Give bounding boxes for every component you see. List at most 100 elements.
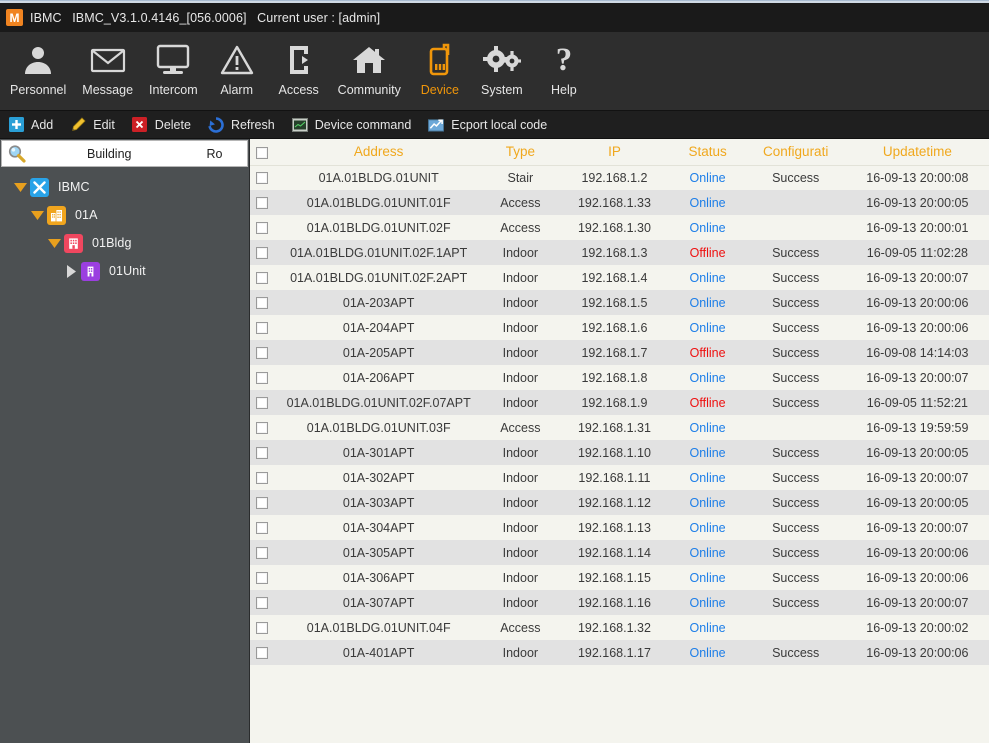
nav-item-system[interactable]: System (471, 32, 533, 111)
edit-button[interactable]: Edit (68, 113, 124, 137)
table-row[interactable]: 01A-302APT Indoor 192.168.1.11 Online Succes… (250, 465, 989, 490)
table-row[interactable]: 01A-401APT Indoor 192.168.1.17 Online Succes… (250, 640, 989, 665)
add-button[interactable]: Add (6, 113, 62, 137)
row-checkbox[interactable] (256, 172, 268, 185)
table-row[interactable]: 01A.01BLDG.01UNIT.03F Access 192.168.1.31 O… (250, 415, 989, 440)
column-header-ip[interactable]: IP (559, 139, 670, 166)
table-row[interactable]: 01A.01BLDG.01UNIT.04F Access 192.168.1.32 O… (250, 615, 989, 640)
tree-node-01bldg[interactable]: 01Bldg (0, 229, 249, 257)
table-row[interactable]: 01A.01BLDG.01UNIT.02F.1APT Indoor 192.168.… (250, 240, 989, 265)
row-checkbox-cell[interactable] (250, 415, 277, 440)
row-checkbox[interactable] (256, 597, 268, 610)
column-header-status[interactable]: Status (669, 139, 746, 166)
nav-item-help[interactable]: ? Help (533, 32, 595, 111)
table-row[interactable]: 01A-307APT Indoor 192.168.1.16 Online Succes… (250, 590, 989, 615)
row-checkbox-cell[interactable] (250, 215, 277, 240)
table-row[interactable]: 01A-206APT Indoor 192.168.1.8 Online Success… (250, 365, 989, 390)
row-checkbox-cell[interactable] (250, 315, 277, 340)
column-header-address[interactable]: Address (276, 139, 482, 166)
row-checkbox-cell[interactable] (250, 440, 277, 465)
building-room-search-bar[interactable]: Building Ro (1, 140, 248, 167)
row-checkbox[interactable] (256, 197, 268, 210)
delete-button[interactable]: Delete (130, 113, 200, 137)
row-checkbox-cell[interactable] (250, 390, 277, 415)
table-row[interactable]: 01A-304APT Indoor 192.168.1.13 Online Succes… (250, 515, 989, 540)
chevron-down-icon[interactable] (27, 205, 47, 225)
row-checkbox-cell[interactable] (250, 540, 277, 565)
table-row[interactable]: 01A.01BLDG.01UNIT.02F.2APT Indoor 192.168.… (250, 265, 989, 290)
row-checkbox[interactable] (256, 422, 268, 435)
row-checkbox-cell[interactable] (250, 640, 277, 665)
cell-ip: 192.168.1.3 (559, 240, 670, 265)
row-checkbox[interactable] (256, 572, 268, 585)
nav-item-device[interactable]: Device (409, 32, 471, 111)
row-checkbox-cell[interactable] (250, 365, 277, 390)
row-checkbox-cell[interactable] (250, 515, 277, 540)
tree-node-01a[interactable]: 01A (0, 201, 249, 229)
row-checkbox-cell[interactable] (250, 240, 277, 265)
row-checkbox[interactable] (256, 397, 268, 410)
row-checkbox[interactable] (256, 322, 268, 335)
select-all-checkbox[interactable] (256, 146, 268, 159)
cell-config: Success (745, 340, 846, 365)
row-checkbox[interactable] (256, 547, 268, 560)
row-checkbox[interactable] (256, 647, 268, 660)
nav-item-community[interactable]: Community (330, 32, 409, 111)
row-checkbox[interactable] (256, 472, 268, 485)
row-checkbox[interactable] (256, 622, 268, 635)
table-row[interactable]: 01A-301APT Indoor 192.168.1.10 Online Succes… (250, 440, 989, 465)
row-checkbox[interactable] (256, 372, 268, 385)
table-row[interactable]: 01A-204APT Indoor 192.168.1.6 Online Success… (250, 315, 989, 340)
row-checkbox-cell[interactable] (250, 265, 277, 290)
search-icon[interactable] (5, 143, 27, 165)
table-row[interactable]: 01A-305APT Indoor 192.168.1.14 Online Succes… (250, 540, 989, 565)
row-checkbox[interactable] (256, 272, 268, 285)
row-checkbox[interactable] (256, 522, 268, 535)
row-checkbox[interactable] (256, 222, 268, 235)
nav-item-personnel[interactable]: Personnel (2, 32, 74, 111)
table-row[interactable]: 01A-205APT Indoor 192.168.1.7 Offline Succes… (250, 340, 989, 365)
row-checkbox[interactable] (256, 347, 268, 360)
cell-address: 01A-203APT (276, 290, 482, 315)
table-row[interactable]: 01A-203APT Indoor 192.168.1.5 Online Success… (250, 290, 989, 315)
table-row[interactable]: 01A.01BLDG.01UNIT.02F Access 192.168.1.30 O… (250, 215, 989, 240)
nav-item-access[interactable]: Access (268, 32, 330, 111)
column-header-configuration[interactable]: Configurati (745, 139, 846, 166)
refresh-button[interactable]: Refresh (206, 113, 284, 137)
chevron-down-icon[interactable] (44, 233, 64, 253)
cell-updatetime: 16-09-13 20:00:02 (845, 615, 989, 640)
select-all-header[interactable] (250, 139, 277, 166)
table-row[interactable]: 01A-303APT Indoor 192.168.1.12 Online Succes… (250, 490, 989, 515)
row-checkbox-cell[interactable] (250, 190, 277, 215)
table-row[interactable]: 01A.01BLDG.01UNIT Stair 192.168.1.2 Online S… (250, 165, 989, 190)
cell-ip: 192.168.1.11 (559, 465, 670, 490)
row-checkbox-cell[interactable] (250, 165, 277, 190)
row-checkbox-cell[interactable] (250, 490, 277, 515)
table-row[interactable]: 01A-306APT Indoor 192.168.1.15 Online Succes… (250, 565, 989, 590)
table-row[interactable]: 01A.01BLDG.01UNIT.01F Access 192.168.1.33 O… (250, 190, 989, 215)
nav-item-intercom[interactable]: Intercom (141, 32, 206, 111)
row-checkbox-cell[interactable] (250, 590, 277, 615)
cell-address: 01A.01BLDG.01UNIT.02F.1APT (276, 240, 482, 265)
row-checkbox[interactable] (256, 297, 268, 310)
export-local-code-button[interactable]: Ecport local code (426, 113, 556, 137)
device-command-button[interactable]: Device command (290, 113, 421, 137)
row-checkbox-cell[interactable] (250, 565, 277, 590)
row-checkbox-cell[interactable] (250, 615, 277, 640)
column-header-type[interactable]: Type (481, 139, 560, 166)
cell-status: Online (669, 290, 746, 315)
chevron-down-icon[interactable] (10, 177, 30, 197)
chevron-right-icon[interactable] (61, 261, 81, 281)
row-checkbox-cell[interactable] (250, 465, 277, 490)
nav-item-message[interactable]: Message (74, 32, 141, 111)
row-checkbox[interactable] (256, 247, 268, 260)
row-checkbox-cell[interactable] (250, 290, 277, 315)
tree-node-ibmc[interactable]: IBMC (0, 173, 249, 201)
row-checkbox-cell[interactable] (250, 340, 277, 365)
tree-node-01unit[interactable]: 01Unit (0, 257, 249, 285)
column-header-updatetime[interactable]: Updatetime (845, 139, 989, 166)
row-checkbox[interactable] (256, 497, 268, 510)
table-row[interactable]: 01A.01BLDG.01UNIT.02F.07APT Indoor 192.168… (250, 390, 989, 415)
nav-item-alarm[interactable]: Alarm (206, 32, 268, 111)
row-checkbox[interactable] (256, 447, 268, 460)
